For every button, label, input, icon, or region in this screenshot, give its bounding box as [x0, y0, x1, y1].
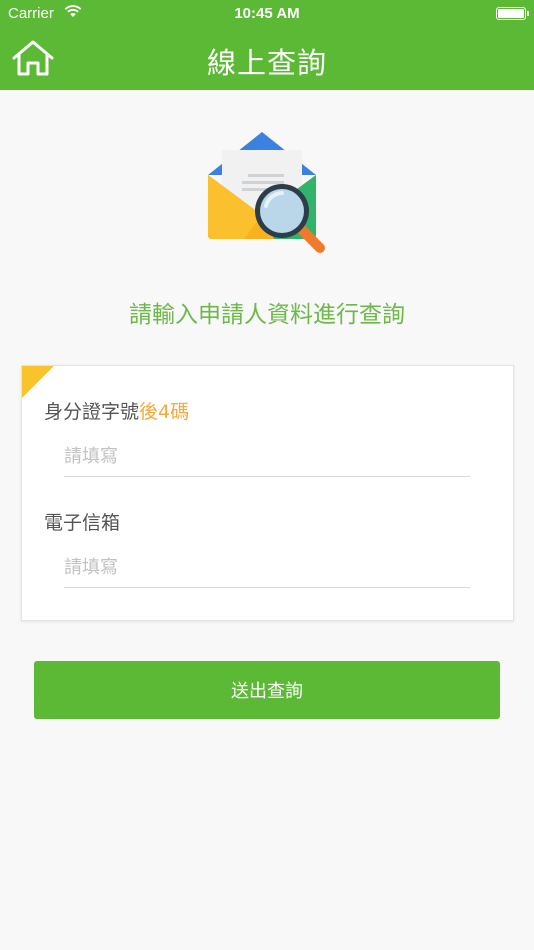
nav-bar: 線上查詢 [0, 28, 534, 90]
envelope-search-icon [204, 130, 330, 258]
instruction-text: 請輸入申請人資料進行查詢 [129, 302, 405, 328]
id-number-label-accent: 後4碼 [139, 401, 190, 423]
corner-ribbon [22, 366, 54, 398]
battery-icon [496, 7, 529, 20]
clock: 10:45 AM [234, 5, 300, 22]
email-input[interactable] [64, 547, 470, 588]
status-bar: Carrier 10:45 AM [0, 0, 534, 28]
id-number-input[interactable] [64, 436, 470, 477]
email-label: 電子信箱 [44, 512, 121, 534]
page-title: 線上查詢 [206, 46, 327, 80]
id-number-label: 身分證字號後4碼 [44, 397, 189, 424]
submit-query-button[interactable]: 送出查詢 [34, 661, 500, 719]
query-form-card: 身分證字號後4碼 電子信箱 [21, 365, 514, 621]
id-number-label-text: 身分證字號 [44, 401, 140, 423]
